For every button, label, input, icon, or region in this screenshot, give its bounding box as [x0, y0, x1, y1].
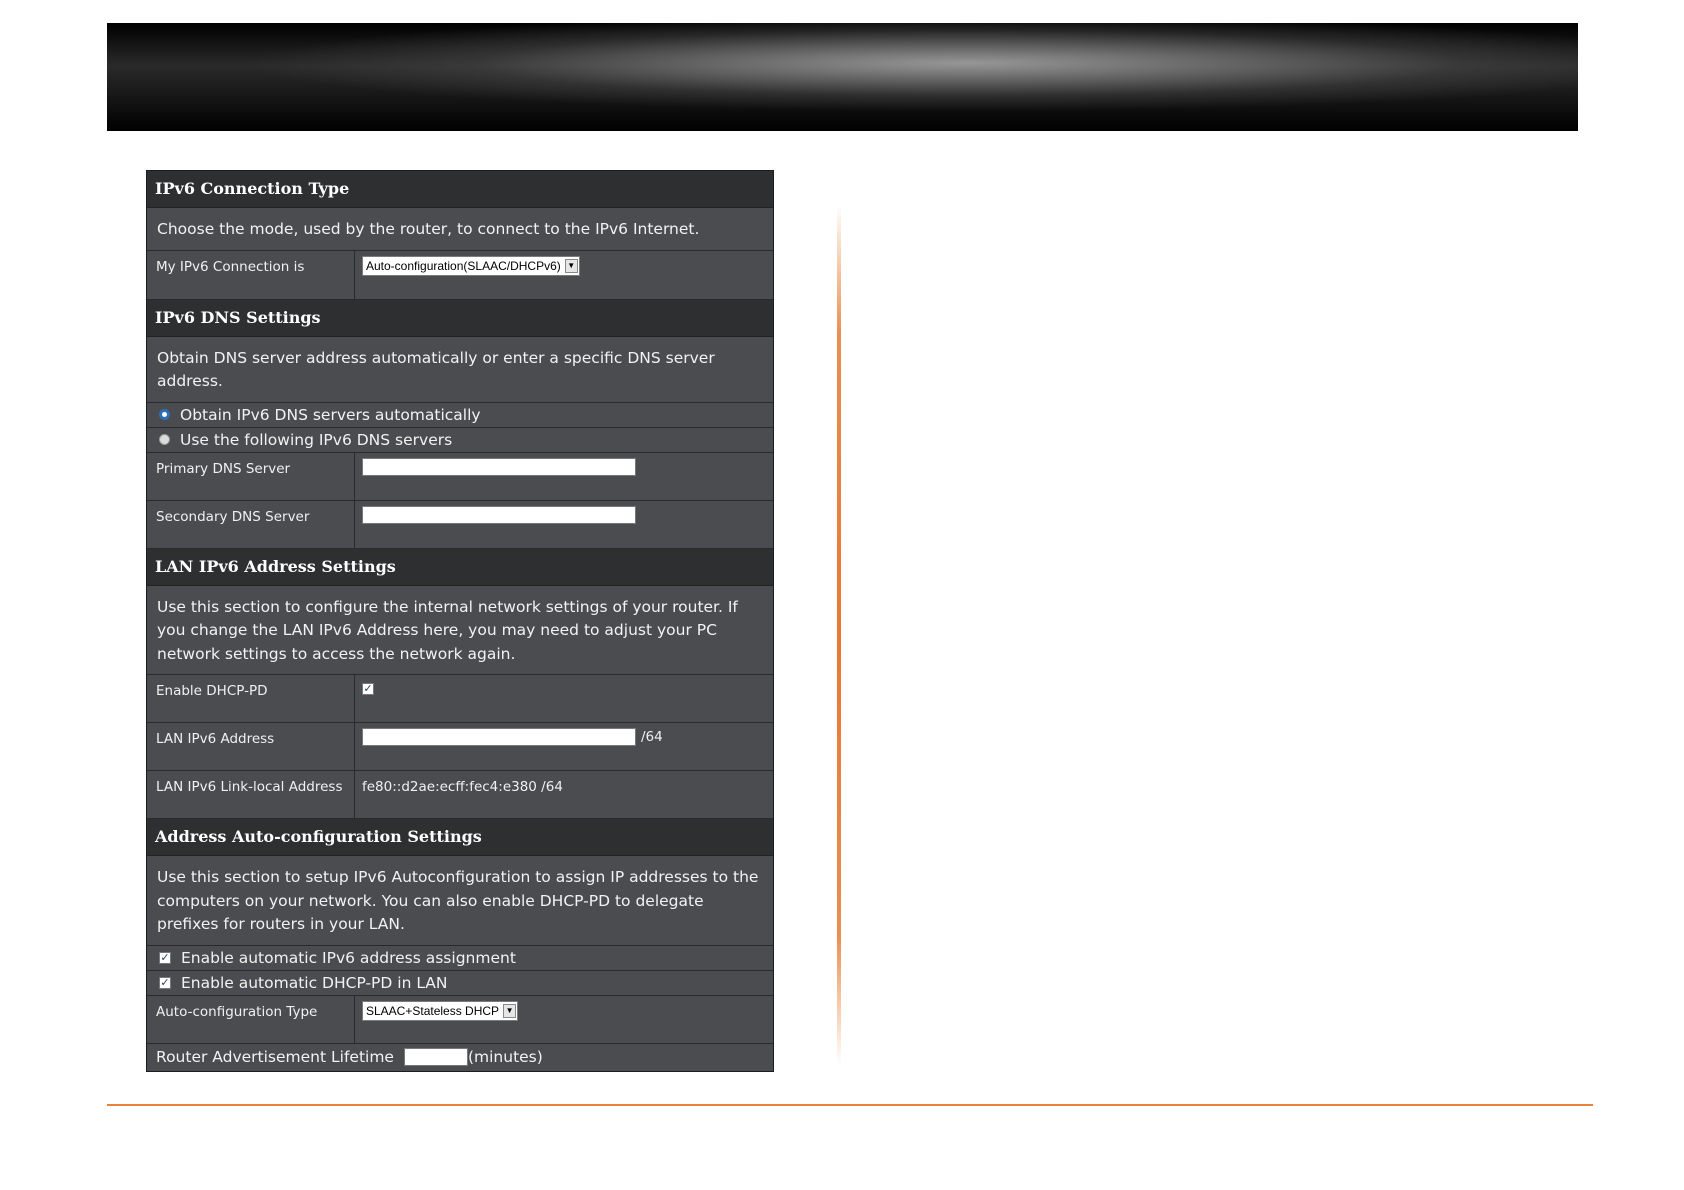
checkbox-checked-icon[interactable]: ✓: [159, 976, 171, 989]
autoconf-type-label: Auto-configuration Type: [147, 995, 355, 1043]
lan-address-input[interactable]: [362, 728, 636, 746]
link-local-row: LAN IPv6 Link-local Address fe80::d2ae:e…: [147, 771, 773, 819]
ipv6-settings-panel: IPv6 Connection Type Choose the mode, us…: [146, 170, 774, 1072]
ra-lifetime-input[interactable]: [403, 1048, 468, 1066]
connection-type-row: My IPv6 Connection is Auto-configuration…: [147, 250, 773, 300]
link-local-value: fe80::d2ae:ecff:fec4:e380 /64: [362, 779, 563, 795]
secondary-dns-input[interactable]: [362, 505, 636, 524]
ra-lifetime-row: Router Advertisement Lifetime (minutes): [147, 1043, 773, 1071]
header-banner: [107, 23, 1578, 131]
autoconf-type-select[interactable]: SLAAC+Stateless DHCP ▼: [362, 1000, 519, 1021]
connection-type-cell: Auto-configuration(SLAAC/DHCPv6) ▼: [355, 251, 773, 299]
secondary-dns-label: Secondary DNS Server: [147, 500, 355, 548]
dhcp-pd-label: Enable DHCP-PD: [147, 675, 355, 722]
secondary-dns-row: Secondary DNS Server: [147, 500, 773, 549]
lan-description: Use this section to configure the intern…: [147, 585, 773, 675]
enable-pd-option[interactable]: ✓ Enable automatic DHCP-PD in LAN: [147, 970, 773, 996]
checkbox-checked-icon[interactable]: ✓: [159, 951, 171, 964]
section-title-connection: IPv6 Connection Type: [147, 171, 773, 208]
section-title-lan: LAN IPv6 Address Settings: [147, 548, 773, 586]
connection-type-value: Auto-configuration(SLAAC/DHCPv6): [366, 258, 561, 273]
dhcp-pd-checkbox-icon[interactable]: ✓: [362, 683, 374, 695]
dns-auto-label: Obtain IPv6 DNS servers automatically: [180, 405, 481, 424]
footer-divider: [107, 1104, 1593, 1106]
dropdown-arrow-icon[interactable]: ▼: [564, 258, 578, 273]
lan-address-cell: /64: [355, 723, 773, 770]
lan-address-row: LAN IPv6 Address /64: [147, 723, 773, 771]
dropdown-arrow-icon[interactable]: ▼: [503, 1003, 517, 1018]
section-title-dns: IPv6 DNS Settings: [147, 299, 773, 337]
primary-dns-row: Primary DNS Server: [147, 452, 773, 501]
vertical-divider: [837, 205, 841, 1065]
autoconf-type-cell: SLAAC+Stateless DHCP ▼: [355, 996, 773, 1043]
radio-unselected-icon[interactable]: [159, 434, 170, 445]
autoconf-type-row: Auto-configuration Type SLAAC+Stateless …: [147, 995, 773, 1044]
connection-type-label: My IPv6 Connection is: [147, 250, 355, 299]
link-local-label: LAN IPv6 Link-local Address: [147, 771, 355, 818]
dns-auto-option[interactable]: Obtain IPv6 DNS servers automatically: [147, 402, 773, 428]
primary-dns-label: Primary DNS Server: [147, 452, 355, 500]
dns-manual-option[interactable]: Use the following IPv6 DNS servers: [147, 427, 773, 453]
enable-pd-label: Enable automatic DHCP-PD in LAN: [181, 973, 448, 992]
ra-lifetime-unit: (minutes): [467, 1047, 543, 1066]
section-title-autoconf: Address Auto-configuration Settings: [147, 819, 773, 856]
primary-dns-cell: [355, 453, 773, 500]
connection-description: Choose the mode, used by the router, to …: [147, 208, 773, 251]
autoconf-type-value: SLAAC+Stateless DHCP: [366, 1003, 500, 1018]
enable-auto-option[interactable]: ✓ Enable automatic IPv6 address assignme…: [147, 945, 773, 971]
radio-selected-icon[interactable]: [159, 409, 170, 420]
autoconf-description: Use this section to setup IPv6 Autoconfi…: [147, 856, 773, 946]
dns-manual-label: Use the following IPv6 DNS servers: [180, 430, 453, 449]
ra-lifetime-label: Router Advertisement Lifetime: [156, 1047, 394, 1066]
lan-address-label: LAN IPv6 Address: [147, 723, 355, 770]
lan-address-suffix: /64: [641, 729, 663, 745]
dhcp-pd-row: Enable DHCP-PD ✓: [147, 675, 773, 723]
primary-dns-input[interactable]: [362, 457, 636, 476]
enable-auto-label: Enable automatic IPv6 address assignment: [181, 948, 516, 967]
dns-description: Obtain DNS server address automatically …: [147, 336, 773, 403]
secondary-dns-cell: [355, 501, 773, 548]
connection-type-select[interactable]: Auto-configuration(SLAAC/DHCPv6) ▼: [362, 255, 580, 276]
dhcp-pd-cell: ✓: [355, 675, 773, 722]
